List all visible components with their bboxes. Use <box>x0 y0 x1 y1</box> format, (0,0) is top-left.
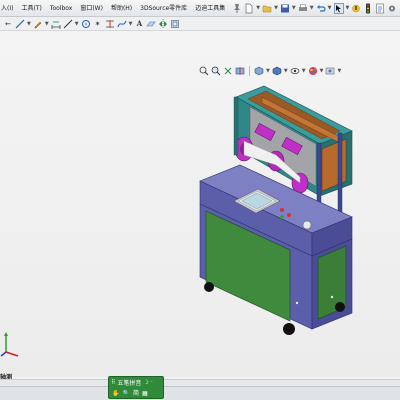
mirror-tool-icon[interactable] <box>158 18 168 29</box>
graphics-area[interactable]: ▼ ▼ ▼ ▼ ▼ <box>0 31 400 377</box>
toolbar-separator <box>249 66 250 76</box>
chevron-down-icon[interactable]: ▼ <box>292 5 296 11</box>
menu-bar: 入(I) 工具(T) Toolbox 窗口(W) 帮助(H) 3DSource零… <box>0 0 400 17</box>
chevron-down-icon[interactable]: ▼ <box>320 68 324 74</box>
menu-window[interactable]: 窗口(W) <box>76 0 107 17</box>
menu-maidi[interactable]: 迈迪工具集 <box>191 0 229 17</box>
menu-3dsource[interactable]: 3DSource零件库 <box>136 0 191 17</box>
chevron-down-icon[interactable]: ▼ <box>337 68 341 74</box>
print-icon[interactable] <box>298 3 308 14</box>
heads-up-view-toolbar: ▼ ▼ ▼ ▼ ▼ <box>198 64 342 78</box>
status-bar <box>0 386 400 400</box>
hide-show-items-icon[interactable] <box>290 66 300 76</box>
chevron-down-icon[interactable]: ▼ <box>27 21 31 27</box>
menu-toolbox[interactable]: Toolbox <box>46 0 77 17</box>
undo-icon[interactable] <box>316 3 326 14</box>
chevron-down-icon[interactable]: ▼ <box>284 68 288 74</box>
grid-handle-icon[interactable]: ⠿ <box>111 378 115 388</box>
offset-tool-icon[interactable] <box>170 19 180 29</box>
text-tool-icon[interactable]: A <box>134 19 144 29</box>
chevron-down-icon[interactable]: ▼ <box>346 5 350 11</box>
chevron-down-icon[interactable]: ▼ <box>302 68 306 74</box>
chevron-down-icon[interactable]: ▼ <box>310 5 314 11</box>
view-orientation-icon[interactable] <box>254 66 264 76</box>
horizontal-scrollbar[interactable] <box>0 379 400 386</box>
traffic-light-icon[interactable] <box>363 3 373 14</box>
sketch-line-icon[interactable] <box>15 19 25 29</box>
reference-triad-icon <box>0 332 19 357</box>
chevron-down-icon[interactable]: ▼ <box>274 5 278 11</box>
spline-tool-icon[interactable] <box>117 19 127 29</box>
zoom-area-icon[interactable] <box>211 66 221 76</box>
smart-dimension-icon[interactable] <box>51 19 61 29</box>
search-icon[interactable]: 🔍 <box>122 389 129 399</box>
simplified-chinese-toggle[interactable]: 简 <box>133 389 139 399</box>
moon-icon[interactable]: ☽ <box>143 378 148 388</box>
chevron-down-icon[interactable]: ▼ <box>256 5 260 11</box>
open-folder-icon[interactable] <box>262 3 272 14</box>
menu-tools[interactable]: 工具(T) <box>17 0 45 17</box>
file-properties-icon[interactable] <box>375 3 385 14</box>
previous-view-icon[interactable] <box>223 66 233 76</box>
point-tool-icon[interactable]: ✶ <box>93 19 103 29</box>
display-style-icon[interactable] <box>272 66 282 76</box>
assembly-model[interactable] <box>0 31 400 377</box>
zoom-to-fit-icon[interactable] <box>199 66 209 76</box>
hand-icon[interactable]: ✋ <box>112 389 119 399</box>
quick-access-toolbar: ▼ ▼ ▼ ▼ ▼ ▼ <box>231 2 398 14</box>
chevron-down-icon[interactable]: ▼ <box>75 21 79 27</box>
pencil-icon[interactable] <box>33 19 43 29</box>
new-document-icon[interactable] <box>244 3 254 14</box>
rebuild-icon[interactable] <box>351 3 361 14</box>
plane-tool-icon[interactable] <box>146 19 157 29</box>
save-icon[interactable] <box>280 3 290 14</box>
line-tool-icon[interactable] <box>63 19 73 29</box>
chevron-down-icon[interactable]: ▼ <box>328 5 332 11</box>
arrow-left-icon[interactable]: ← <box>3 19 13 29</box>
select-pointer-icon[interactable] <box>333 2 344 14</box>
menu-help[interactable]: 帮助(H) <box>107 0 136 17</box>
chevron-down-icon[interactable]: ▼ <box>266 68 270 74</box>
circle-tool-icon[interactable] <box>81 19 91 29</box>
ime-mode-label[interactable]: 五笔拼音 <box>117 378 141 387</box>
options-gear-icon[interactable] <box>387 3 397 14</box>
appearance-icon[interactable] <box>308 66 318 76</box>
trim-tool-icon[interactable] <box>105 19 115 29</box>
menu-insert[interactable]: 入(I) <box>0 0 17 17</box>
chevron-down-icon[interactable]: ▼ <box>129 21 133 27</box>
standard-toolbar: ← ▼ ▼ ▼ ✶ ▼ A <box>0 17 400 31</box>
scene-icon[interactable] <box>325 66 335 76</box>
chevron-down-icon[interactable]: ▼ <box>45 21 49 27</box>
dot-icon[interactable]: · <box>151 378 153 388</box>
ime-toolbar[interactable]: ⠿ 五笔拼音 ☽ · ✋ 🔍 简 ▦ <box>108 376 164 399</box>
pin-icon[interactable] <box>232 3 242 14</box>
section-view-icon[interactable] <box>235 66 245 76</box>
soft-keyboard-icon[interactable]: ▦ <box>142 389 148 399</box>
